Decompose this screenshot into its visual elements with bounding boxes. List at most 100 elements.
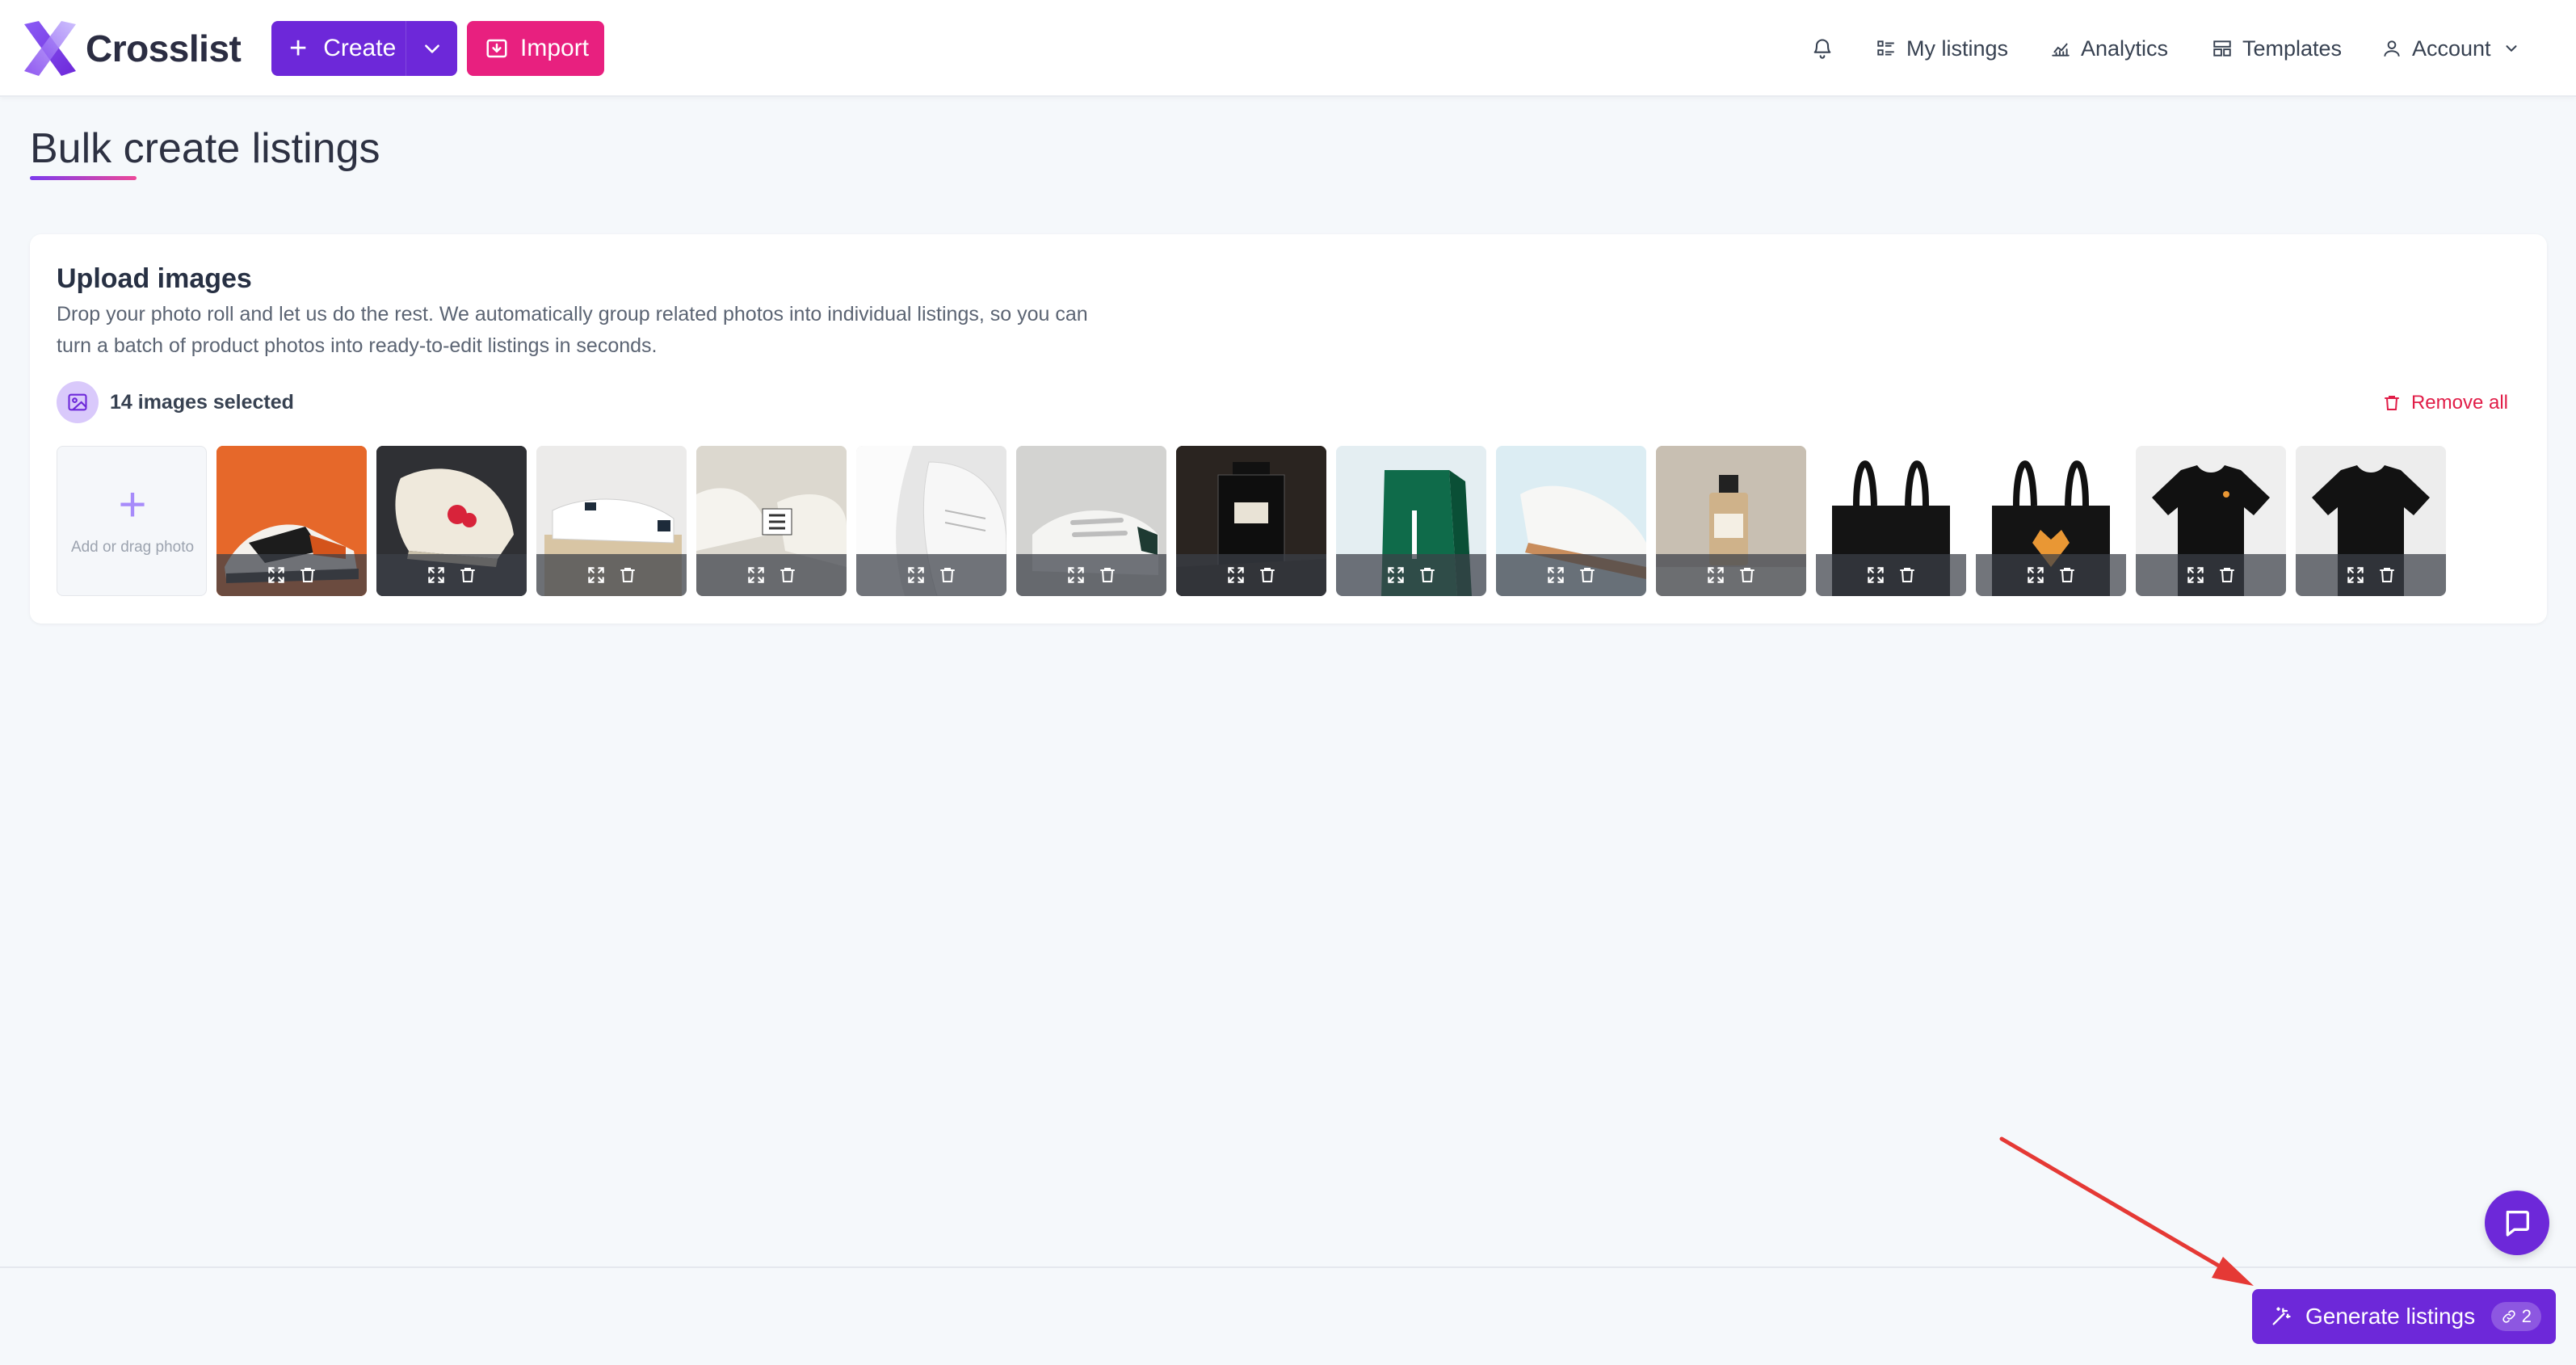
nav-my-listings[interactable]: My listings <box>1876 31 2008 66</box>
expand-icon[interactable] <box>1065 565 1086 586</box>
add-photo-label: Add or drag photo <box>70 539 195 556</box>
trash-icon[interactable] <box>1738 565 1757 585</box>
expand-icon[interactable] <box>2345 565 2366 586</box>
chat-support-button[interactable] <box>2485 1191 2549 1255</box>
chevron-down-icon <box>424 44 439 53</box>
thumbnail-actions <box>1976 554 2126 596</box>
trash-icon[interactable] <box>298 565 317 585</box>
top-navbar: Crosslist + Create Import My listings An… <box>0 0 2576 97</box>
thumbnail-actions <box>1336 554 1486 596</box>
expand-icon[interactable] <box>1705 565 1726 586</box>
plus-icon: + <box>118 477 147 531</box>
import-button[interactable]: Import <box>467 21 604 76</box>
expand-icon[interactable] <box>1385 565 1406 586</box>
add-photo-tile[interactable]: + Add or drag photo <box>57 446 207 596</box>
expand-icon[interactable] <box>2025 565 2046 586</box>
import-icon <box>486 39 507 58</box>
notifications-button[interactable] <box>1811 31 1843 66</box>
thumbnail-actions <box>2296 554 2446 596</box>
trash-icon[interactable] <box>1258 565 1277 585</box>
nav-account-label: Account <box>2412 36 2491 61</box>
thumbnail-lacoste-box[interactable] <box>1336 446 1486 596</box>
thumbnail-perfume-dark[interactable] <box>1176 446 1326 596</box>
create-label: Create <box>323 35 397 61</box>
trash-icon[interactable] <box>1897 565 1917 585</box>
annotation-arrow <box>1999 1136 2254 1286</box>
title-underline <box>30 176 137 180</box>
image-icon <box>57 381 99 423</box>
thumbnail-sneaker-box[interactable] <box>536 446 687 596</box>
expand-icon[interactable] <box>426 565 447 586</box>
thumbnail-actions <box>856 554 1006 596</box>
thumbnail-tshirt-black-2[interactable] <box>2296 446 2446 596</box>
thumbnail-sneaker-velcro[interactable] <box>1016 446 1166 596</box>
trash-icon[interactable] <box>2377 565 2397 585</box>
thumbnail-actions <box>216 554 367 596</box>
chat-icon <box>2506 1211 2529 1237</box>
page-title: Bulk create listings <box>30 125 380 172</box>
thumbnail-actions <box>1016 554 1166 596</box>
trash-icon[interactable] <box>938 565 957 585</box>
upload-description: Drop your photo roll and let us do the r… <box>57 303 1088 357</box>
thumbnail-sneaker-pair[interactable] <box>696 446 847 596</box>
images-selected-row: 14 images selected <box>57 381 294 423</box>
trash-icon[interactable] <box>778 565 797 585</box>
expand-icon[interactable] <box>1865 565 1886 586</box>
expand-icon[interactable] <box>1225 565 1246 586</box>
plus-icon: + <box>289 32 308 65</box>
expand-icon[interactable] <box>586 565 607 586</box>
nav-account[interactable]: Account <box>2381 31 2520 66</box>
remove-all-label: Remove all <box>2410 392 2508 414</box>
import-label: Import <box>520 35 590 61</box>
credits-badge: 2 <box>2490 1302 2541 1331</box>
nav-templates-label: Templates <box>2242 36 2343 61</box>
nav-templates[interactable]: Templates <box>2212 31 2342 66</box>
upload-images-card: Upload images Drop your photo roll and l… <box>30 234 2547 624</box>
thumbnail-tote-black[interactable] <box>1816 446 1966 596</box>
thumbnail-sneaker-white[interactable] <box>1496 446 1646 596</box>
thumbnail-tote-fox[interactable] <box>1976 446 2126 596</box>
thumbnail-actions <box>2136 554 2286 596</box>
images-selected-count: 14 images selected <box>110 390 294 414</box>
trash-icon[interactable] <box>618 565 637 585</box>
thumbnail-actions <box>1496 554 1646 596</box>
thumbnail-sneaker-cdg[interactable] <box>376 446 527 596</box>
expand-icon[interactable] <box>906 565 927 586</box>
expand-icon[interactable] <box>2185 565 2206 586</box>
generate-listings-button[interactable]: Generate listings 2 <box>2252 1289 2556 1344</box>
nav-my-listings-label: My listings <box>1906 36 2009 61</box>
thumbnail-sneaker-closeup[interactable] <box>856 446 1006 596</box>
expand-icon[interactable] <box>266 565 287 586</box>
create-button[interactable]: + Create <box>271 21 457 76</box>
trash-icon[interactable] <box>1098 565 1117 585</box>
generate-listings-label: Generate listings <box>2305 1304 2476 1329</box>
trash-icon[interactable] <box>1578 565 1597 585</box>
list-icon <box>1877 40 1894 56</box>
thumbnail-actions <box>376 554 527 596</box>
thumbnail-tshirt-black-1[interactable] <box>2136 446 2286 596</box>
trash-icon[interactable] <box>2217 565 2237 585</box>
bottom-action-bar <box>0 1266 2576 1365</box>
chart-icon <box>2052 43 2070 57</box>
thumbnail-sneaker-orange[interactable] <box>216 446 367 596</box>
thumbnail-actions <box>536 554 687 596</box>
magic-wand-icon <box>2272 1307 2291 1325</box>
thumbnail-actions <box>1176 554 1326 596</box>
template-icon <box>2213 40 2231 57</box>
crosslist-logo[interactable]: Crosslist <box>19 16 242 81</box>
nav-analytics-label: Analytics <box>2081 36 2169 61</box>
expand-icon[interactable] <box>1545 565 1566 586</box>
user-icon <box>2384 40 2400 57</box>
trash-icon[interactable] <box>1418 565 1437 585</box>
expand-icon[interactable] <box>746 565 767 586</box>
trash-icon[interactable] <box>2057 565 2077 585</box>
nav-analytics[interactable]: Analytics <box>2050 31 2168 66</box>
remove-all-button[interactable]: Remove all <box>2382 389 2508 417</box>
trash-icon[interactable] <box>458 565 477 585</box>
thumbnail-perfume-bottle[interactable] <box>1656 446 1806 596</box>
crosslist-logo-icon <box>24 21 76 76</box>
create-dropdown-toggle[interactable] <box>406 21 457 76</box>
trash-icon <box>2384 396 2399 410</box>
thumbnail-actions <box>696 554 847 596</box>
link-icon <box>2502 1310 2515 1323</box>
